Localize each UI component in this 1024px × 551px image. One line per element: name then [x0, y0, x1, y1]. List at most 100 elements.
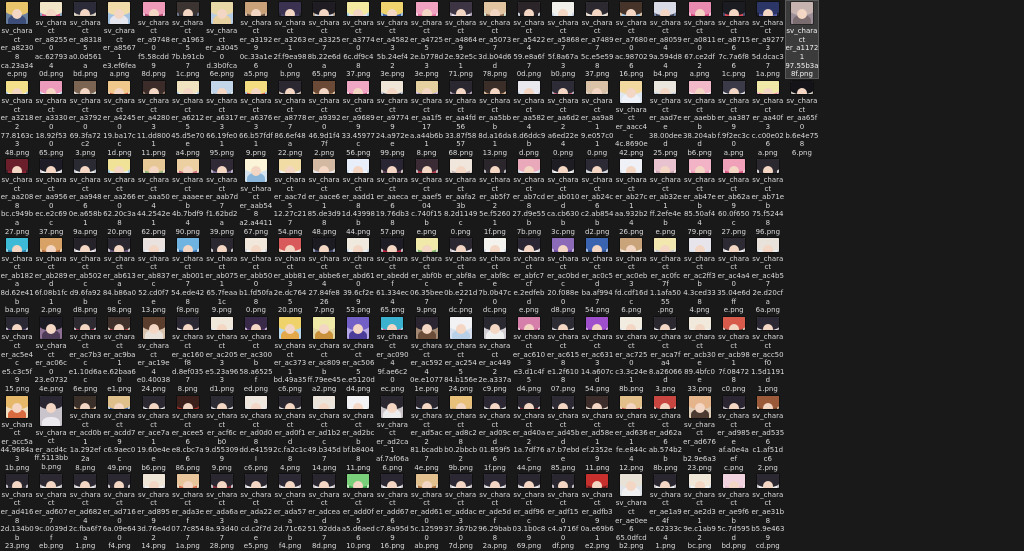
file-tile[interactable]: sv_charact er_ac300b 58.a6525f ed.png: [239, 315, 273, 394]
file-tile[interactable]: sv_charact er_ac9ba1 e.62baa60 e1.png: [102, 315, 136, 394]
file-tile[interactable]: sv_charact er_ad985e af.a0e4aef c.png: [717, 394, 751, 473]
file-tile[interactable]: sv_charact er_ace7a1 19.60e4ee b6.png: [137, 394, 171, 473]
file-tile[interactable]: sv_charact er_a42450 19.ba17cc 1d.png: [102, 79, 136, 158]
file-tile[interactable]: sv_charact er_ac19e4 e0.40038 24.png: [137, 315, 171, 394]
file-tile[interactable]: sv_charact er_aa9560 ec.e2c69c 37.png: [34, 157, 68, 236]
file-tile[interactable]: sv_charact er_ad45bd a7.b7ebde 85.png: [546, 394, 580, 473]
file-tile[interactable]: sv_charact er_ac2545 84.b156e 24.png: [444, 315, 478, 394]
file-tile[interactable]: sv_charact er_ae1a94f e.62333c4 1.png: [648, 472, 682, 551]
file-tile[interactable]: sv_charact er_ad0f1d 2c.fa2c1c8 4.png: [273, 394, 307, 473]
file-tile[interactable]: sv_charact er_ac06c0 23.e0732 4e.png: [34, 315, 68, 394]
file-tile[interactable]: sv_charact er_a63173 66.19fe01 95.png: [205, 79, 239, 158]
file-tile[interactable]: sv_charact er_a54224 59.e8a6f7 0d.png: [512, 0, 546, 79]
file-tile[interactable]: sv_charact er_ad8c28 b0.2bbcb2 9b.png: [444, 394, 478, 473]
file-tile[interactable]: sv_charact er_a62125 45.d5e70e a4.png: [171, 79, 205, 158]
file-tile[interactable]: sv_charact er_a80594 9a.594d84 b4.png: [648, 0, 682, 79]
file-tile[interactable]: sv_charact er_ac0bdc 20.f088e0 d8.png: [546, 236, 580, 315]
file-tile[interactable]: sv_charact er_ab182a 8d.62e41b ba.png: [0, 236, 34, 315]
file-tile[interactable]: sv_charact er_ac3731 bd.49a35 c6.png: [273, 315, 307, 394]
file-tile[interactable]: sv_charact er_abd610 39.6cf2e9 53.png: [341, 236, 375, 315]
file-tile[interactable]: sv_charact er_ad58e1 ef.2352e9 11.png: [580, 394, 614, 473]
file-tile[interactable]: sv_charact er_ac5065 e.e5120d d4.png: [341, 315, 375, 394]
file-tile[interactable]: sv_charact er_acf6cb0 9.d553099 9.png: [205, 394, 239, 473]
file-tile[interactable]: sv_charact er_aab548 a2.a4411 67.png: [239, 157, 273, 236]
file-tile[interactable]: sv_charact er_abf8ae 0b.e221d7 dc.png: [444, 236, 478, 315]
file-tile[interactable]: sv_charact er_a97480 f5.58cdd9 8d.png: [137, 0, 171, 79]
file-tile[interactable]: sv_charact er_a32182 77.8163c3 48.png: [0, 79, 34, 158]
file-tile[interactable]: sv_charact er_ae0ee6 65.0dfcd b2.png: [614, 472, 648, 551]
file-tile[interactable]: sv_charact er_aaef504 c.740f15b e.png: [410, 157, 444, 236]
file-tile[interactable]: sv_charact er_ab5f72 5e.f52601 1f.png: [478, 157, 512, 236]
file-tile[interactable]: sv_charact er_ab47eb 85.50af44 79.png: [683, 157, 717, 236]
file-tile[interactable]: sv_charact er_aaebbb 38.204abd b6.png: [683, 79, 717, 158]
file-tile[interactable]: sv_charact er_a58687 5f.8a67a3 b0.png: [546, 0, 580, 79]
file-tile[interactable]: sv_charact er_aa4fd56 33.87f5857 68.png: [444, 79, 478, 158]
file-tile[interactable]: sv_charact er_ada57a 2d.71c62b f4.png: [273, 472, 307, 551]
file-tile[interactable]: sv_charact er_abb500 b1.fd50fa8 0.png: [239, 236, 273, 315]
file-tile[interactable]: sv_charact er_a82550 ac.627934 0d.png: [34, 0, 68, 79]
file-tile[interactable]: sv_charact er_a93920 46.9d1f47f 2.png: [307, 79, 341, 158]
file-tile[interactable]: sv_charact er_aace61 85.de3d98 48.png: [307, 157, 341, 236]
file-tile[interactable]: sv_charact er_a96899 33.45977c 56.png: [341, 79, 375, 158]
file-tile[interactable]: sv_charact er_ac0eb3 fd.cdf16dc 6.png: [614, 236, 648, 315]
file-tile[interactable]: sv_charact er_ad2ca1 af.7af06a 6.png: [375, 394, 409, 473]
file-tile[interactable]: sv_charact er_a45823 5b.24ef42 3e.png: [375, 0, 409, 79]
file-tile[interactable]: sv_charact er_acb981 7f.084728 c0.png: [717, 315, 751, 394]
file-tile[interactable]: sv_charact er_add0f5 a5.d6aed6 10.png: [341, 472, 375, 551]
file-tile[interactable]: sv_charact er_aaaeeb 4b.7bdf94 90.png: [171, 157, 205, 236]
file-tile[interactable]: sv_charact er_a33300 18.92f530 65.png: [34, 79, 68, 158]
file-tile[interactable]: sv_charact er_ab32e1 ff.2efe4eb e.png: [648, 157, 682, 236]
file-tile[interactable]: sv_charact er_a48649 2e.92e5c1 71.png: [444, 0, 478, 79]
file-tile[interactable]: sv_charact er_ab27c1 aa.932b24 26.png: [614, 157, 648, 236]
file-tile[interactable]: sv_charact er_ac0fc7f 1.1afa5055 .png: [648, 236, 682, 315]
file-tile[interactable]: sv_charact er_aa2088 bc.c949ba 27.png: [0, 157, 34, 236]
file-tile[interactable]: sv_charact er_ac2053 e5.23a963 d1.png: [205, 315, 239, 394]
file-tile[interactable]: sv_charact er_addac3 37.367b20 7d.png: [444, 472, 478, 551]
file-tile[interactable]: sv_charact er_ab613a 84.b86a0c 98.png: [102, 236, 136, 315]
file-tile[interactable]: sv_charact er_ad09cd 01.859f56 1f.png: [478, 394, 512, 473]
file-tile[interactable]: sv_charact er_a82308 ca.23a34 e.png: [0, 0, 34, 79]
file-tile[interactable]: sv_charact er_a63763 66.b57fdf1 9.png: [239, 79, 273, 158]
file-tile[interactable]: sv_charact er_ade5df 96.29bab8 2a.png: [478, 472, 512, 551]
file-tile[interactable]: sv_charact er_aa1f517 a.a44b6b1 8.png: [410, 79, 444, 158]
file-tile[interactable]: sv_charact er_aab7d7 f1.62bd2a 39.png: [205, 157, 239, 236]
file-tile[interactable]: sv_charact er_a31929 0c.33a1e6 a5.png: [239, 0, 273, 79]
file-tile[interactable]: sv_charact er_a42803 11.dd8001 11.png: [137, 79, 171, 158]
file-tile[interactable]: sv_charact er_add676 c7.8a95d9 16.png: [375, 472, 409, 551]
file-tile[interactable]: sv_charact er_aa9a81 9.e057c01 0.png: [580, 79, 614, 158]
file-tile[interactable]: sv_charact er_aaa504 44.2542e1 62.png: [137, 157, 171, 236]
file-tile[interactable]: sv_charact er_ac0904 9f.ae6c20 ec.png: [375, 315, 409, 394]
file-tile[interactable]: sv_charact er_acd0b1 1a.292ef2a 8.png: [68, 394, 102, 473]
file-tile[interactable]: sv_charact er_a97749 24.a972ee 99.png: [375, 79, 409, 158]
file-tile[interactable]: sv_charact er_abeddf 61.334ec4 65.png: [375, 236, 409, 315]
file-tile[interactable]: sv_charact er_ad2bcb bf.b84048 11.png: [341, 394, 375, 473]
file-tile[interactable]: sv_charact er_acd4c ff.5113bb b.png: [34, 394, 68, 473]
file-tile[interactable]: sv_charact er_aa40f3 c.c00e026 a.png: [751, 79, 785, 158]
file-tile[interactable]: sv_charact er_ac6313 14.a607cd 54.png: [580, 315, 614, 394]
file-tile[interactable]: sv_charact er_adcead 51.92dda7 8d.png: [307, 472, 341, 551]
file-tile[interactable]: sv_charact er_ad6077 9c.0039df eb.png: [34, 472, 68, 551]
file-tile[interactable]: sv_charact er_adf96c 03.1b0c89 69.png: [512, 472, 546, 551]
file-tile[interactable]: sv_charact er_abfc7cf e.2edfebd e.png: [512, 236, 546, 315]
file-tile[interactable]: sv_charact er_a08110 67.ce2df2 a.png: [683, 0, 717, 79]
file-tile[interactable]: sv_charact er_ac5e4c e5.c3c5f9 15.png: [0, 315, 34, 394]
file-tile[interactable]: sv_charact er_a85671 e3.ef6fea a.png: [102, 0, 136, 79]
file-tile[interactable]: sv_charact er_ac160f8 d.8ef0357 8.png: [171, 315, 205, 394]
file-tile[interactable]: sv_charact er_a37740 6c.df9c48 37.png: [341, 0, 375, 79]
file-tile[interactable]: sv_charact er_aac7d5 12.27c217 54.png: [273, 157, 307, 236]
file-tile[interactable]: sv_charact er_ab0017 54.ede428 f8.png: [171, 236, 205, 315]
file-tile[interactable]: sv_charact er_ad5ac2 81.bcadb7 4e.png: [410, 394, 444, 473]
file-tile[interactable]: sv_charact er_a92773 5d.dcac37 1a.png: [751, 0, 785, 79]
file-tile[interactable]: sv_charact er_aca7fa4 8.a26066d 3.png: [648, 315, 682, 394]
file-tile[interactable]: sv_charact er_ac5924 0e.e1077 1e.png: [410, 315, 444, 394]
file-tile[interactable]: sv_charact er_ab0751 65.7feaa1c 9.png: [205, 236, 239, 315]
file-tile[interactable]: sv_charact er_aa3879 f.9f2ec3c0 a.png: [717, 79, 751, 158]
file-tile[interactable]: sv_charact er_a87156 7c.7a6f86 1c.png: [717, 0, 751, 79]
file-tile[interactable]: sv_charact er_aa5824 8.d6ddc9b d.png: [512, 79, 546, 158]
file-tile[interactable]: sv_charact er_ab24c6 c2.ab854b d2.png: [580, 157, 614, 236]
file-tile[interactable]: sv_charact er_a47255 2e.b778d3 3e.png: [410, 0, 444, 79]
file-tile[interactable]: sv_charact er_aadd18 1d.43998b 44.png: [341, 157, 375, 236]
file-tile[interactable]: sv_charact er_aa5bbb 8d.a16da1 13.png: [478, 79, 512, 158]
file-tile[interactable]: sv_charact er_a33257 8b.22e6da 65.png: [307, 0, 341, 79]
file-tile[interactable]: sv_charact er_ac2ff3b 4.3ced338 4.png: [683, 236, 717, 315]
